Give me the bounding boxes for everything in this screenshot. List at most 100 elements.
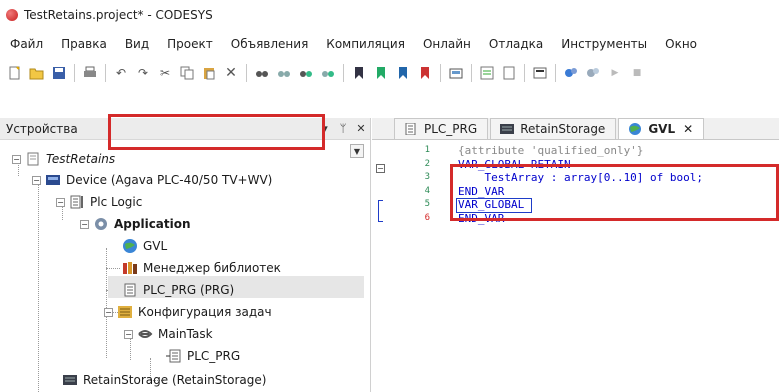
new-icon[interactable] xyxy=(6,64,24,82)
window-title: TestRetains.project* - CODESYS xyxy=(24,8,213,22)
tree-label-plc-prg: PLC_PRG (PRG) xyxy=(143,283,235,297)
cut-icon[interactable]: ✂ xyxy=(156,64,174,82)
tree-node-task-config[interactable]: − Конфигурация задач xyxy=(104,301,272,323)
tab-label: PLC_PRG xyxy=(424,122,478,136)
redo-icon[interactable]: ↷ xyxy=(134,64,152,82)
menu-file[interactable]: Файл xyxy=(6,37,52,51)
tree-dropdown-icon[interactable]: ▼ xyxy=(350,144,364,158)
project-file-icon xyxy=(25,151,41,167)
program-call-icon xyxy=(166,348,182,364)
save-icon[interactable] xyxy=(50,64,68,82)
tab-close-icon[interactable]: ✕ xyxy=(683,122,693,136)
collapse-icon[interactable]: − xyxy=(124,329,133,339)
copy-icon[interactable] xyxy=(178,64,196,82)
line-number: 3 xyxy=(424,172,430,182)
toolbar-separator xyxy=(471,64,472,82)
replace-all-icon[interactable] xyxy=(319,64,337,82)
program-pou-icon xyxy=(403,121,419,137)
plc-device-icon xyxy=(45,172,61,188)
login-icon[interactable] xyxy=(531,64,549,82)
tree-label-library-manager: Менеджер библиотек xyxy=(143,261,281,275)
tree-node-plc-prg[interactable]: PLC_PRG (PRG) xyxy=(122,279,234,301)
print-icon[interactable] xyxy=(81,64,99,82)
tree-node-device[interactable]: − Device (Agava PLC-40/50 TV+WV) xyxy=(32,169,272,191)
tree-label-device: Device (Agava PLC-40/50 TV+WV) xyxy=(66,173,273,187)
tab-plc-prg[interactable]: PLC_PRG xyxy=(394,118,489,139)
panel-pin-icon[interactable]: ᛘ xyxy=(334,122,352,135)
program-pou-icon xyxy=(122,282,138,298)
rebuild-icon[interactable] xyxy=(584,64,602,82)
devices-panel: Устройства ▾ ᛘ ✕ ▼ − TestRetains − Devic xyxy=(0,118,371,392)
line-number: 6 xyxy=(424,212,430,223)
menu-tools[interactable]: Инструменты xyxy=(552,37,656,51)
replace-icon[interactable] xyxy=(297,64,315,82)
delete-icon[interactable]: ✕ xyxy=(222,64,240,82)
code-line: {attribute 'qualified_only'} xyxy=(458,144,644,157)
object-icon[interactable] xyxy=(500,64,518,82)
tab-label: GVL xyxy=(648,122,676,136)
menu-declarations[interactable]: Объявления xyxy=(222,37,318,51)
main-toolbar: ↶ ↷ ✂ ✕ ▶ ■ xyxy=(0,58,779,88)
next-bookmark-icon[interactable] xyxy=(394,64,412,82)
line-number: 2 xyxy=(424,158,430,169)
tab-retain-storage[interactable]: RetainStorage xyxy=(490,118,617,139)
tree-label-retain-storage: RetainStorage (RetainStorage) xyxy=(83,373,267,387)
find-next-icon[interactable] xyxy=(275,64,293,82)
add-object-icon[interactable] xyxy=(478,64,496,82)
bookmark-icon[interactable] xyxy=(350,64,368,82)
tab-gvl[interactable]: GVL ✕ xyxy=(618,118,705,139)
menu-window[interactable]: Окно xyxy=(656,37,706,51)
build-icon[interactable] xyxy=(562,64,580,82)
menu-edit[interactable]: Правка xyxy=(52,37,116,51)
title-bar: TestRetains.project* - CODESYS xyxy=(0,0,779,30)
menu-view[interactable]: Вид xyxy=(116,37,158,51)
task-config-icon xyxy=(117,304,133,320)
tree-node-retain-storage[interactable]: RetainStorage (RetainStorage) xyxy=(62,369,266,391)
plc-logic-icon xyxy=(69,194,85,210)
collapse-icon[interactable]: − xyxy=(56,197,65,207)
undo-icon[interactable]: ↶ xyxy=(112,64,130,82)
menu-debug[interactable]: Отладка xyxy=(480,37,552,51)
task-cycle-icon xyxy=(137,326,153,342)
retain-storage-icon xyxy=(499,121,515,137)
collapse-icon[interactable]: − xyxy=(104,307,113,317)
tree-node-task-plc-prg[interactable]: PLC_PRG xyxy=(166,345,240,367)
stop-icon[interactable]: ■ xyxy=(628,64,646,82)
line-number: 5 xyxy=(424,199,430,209)
fold-collapse-icon[interactable]: − xyxy=(376,164,385,173)
tree-label-plc-logic: Plc Logic xyxy=(90,195,143,209)
clear-bookmarks-icon[interactable] xyxy=(416,64,434,82)
find-icon[interactable] xyxy=(253,64,271,82)
tree-node-application[interactable]: − Application xyxy=(80,213,191,235)
tree-node-library-manager[interactable]: Менеджер библиотек xyxy=(122,257,281,279)
open-icon[interactable] xyxy=(28,64,46,82)
menu-project[interactable]: Проект xyxy=(158,37,222,51)
tab-label: RetainStorage xyxy=(520,122,606,136)
tree-node-plc-logic[interactable]: − Plc Logic xyxy=(56,191,142,213)
run-icon[interactable]: ▶ xyxy=(606,64,624,82)
editor-panel: PLC_PRG RetainStorage GVL ✕ − 1 2 3 4 5 … xyxy=(372,118,779,392)
menu-build[interactable]: Компиляция xyxy=(317,37,414,51)
tree-node-gvl[interactable]: GVL xyxy=(122,235,167,257)
tree-connector xyxy=(38,180,39,392)
toolbar-separator xyxy=(74,64,75,82)
editor-tabs: PLC_PRG RetainStorage GVL ✕ xyxy=(372,118,779,140)
panel-close-icon[interactable]: ✕ xyxy=(352,122,370,135)
toolbar-separator xyxy=(105,64,106,82)
device-icon[interactable] xyxy=(447,64,465,82)
globe-icon xyxy=(627,121,643,137)
toolbar-separator xyxy=(246,64,247,82)
menu-online[interactable]: Онлайн xyxy=(414,37,480,51)
toolbar-separator xyxy=(524,64,525,82)
library-books-icon xyxy=(122,260,138,276)
tree-node-project[interactable]: − TestRetains xyxy=(12,148,115,170)
collapse-icon[interactable]: − xyxy=(32,175,41,185)
globe-icon xyxy=(122,238,138,254)
tree-connector xyxy=(106,268,120,269)
collapse-icon[interactable]: − xyxy=(12,154,21,164)
prev-bookmark-icon[interactable] xyxy=(372,64,390,82)
paste-icon[interactable] xyxy=(200,64,218,82)
collapse-icon[interactable]: − xyxy=(80,219,89,229)
line-number: 4 xyxy=(424,185,430,196)
tree-node-main-task[interactable]: − MainTask xyxy=(124,323,213,345)
